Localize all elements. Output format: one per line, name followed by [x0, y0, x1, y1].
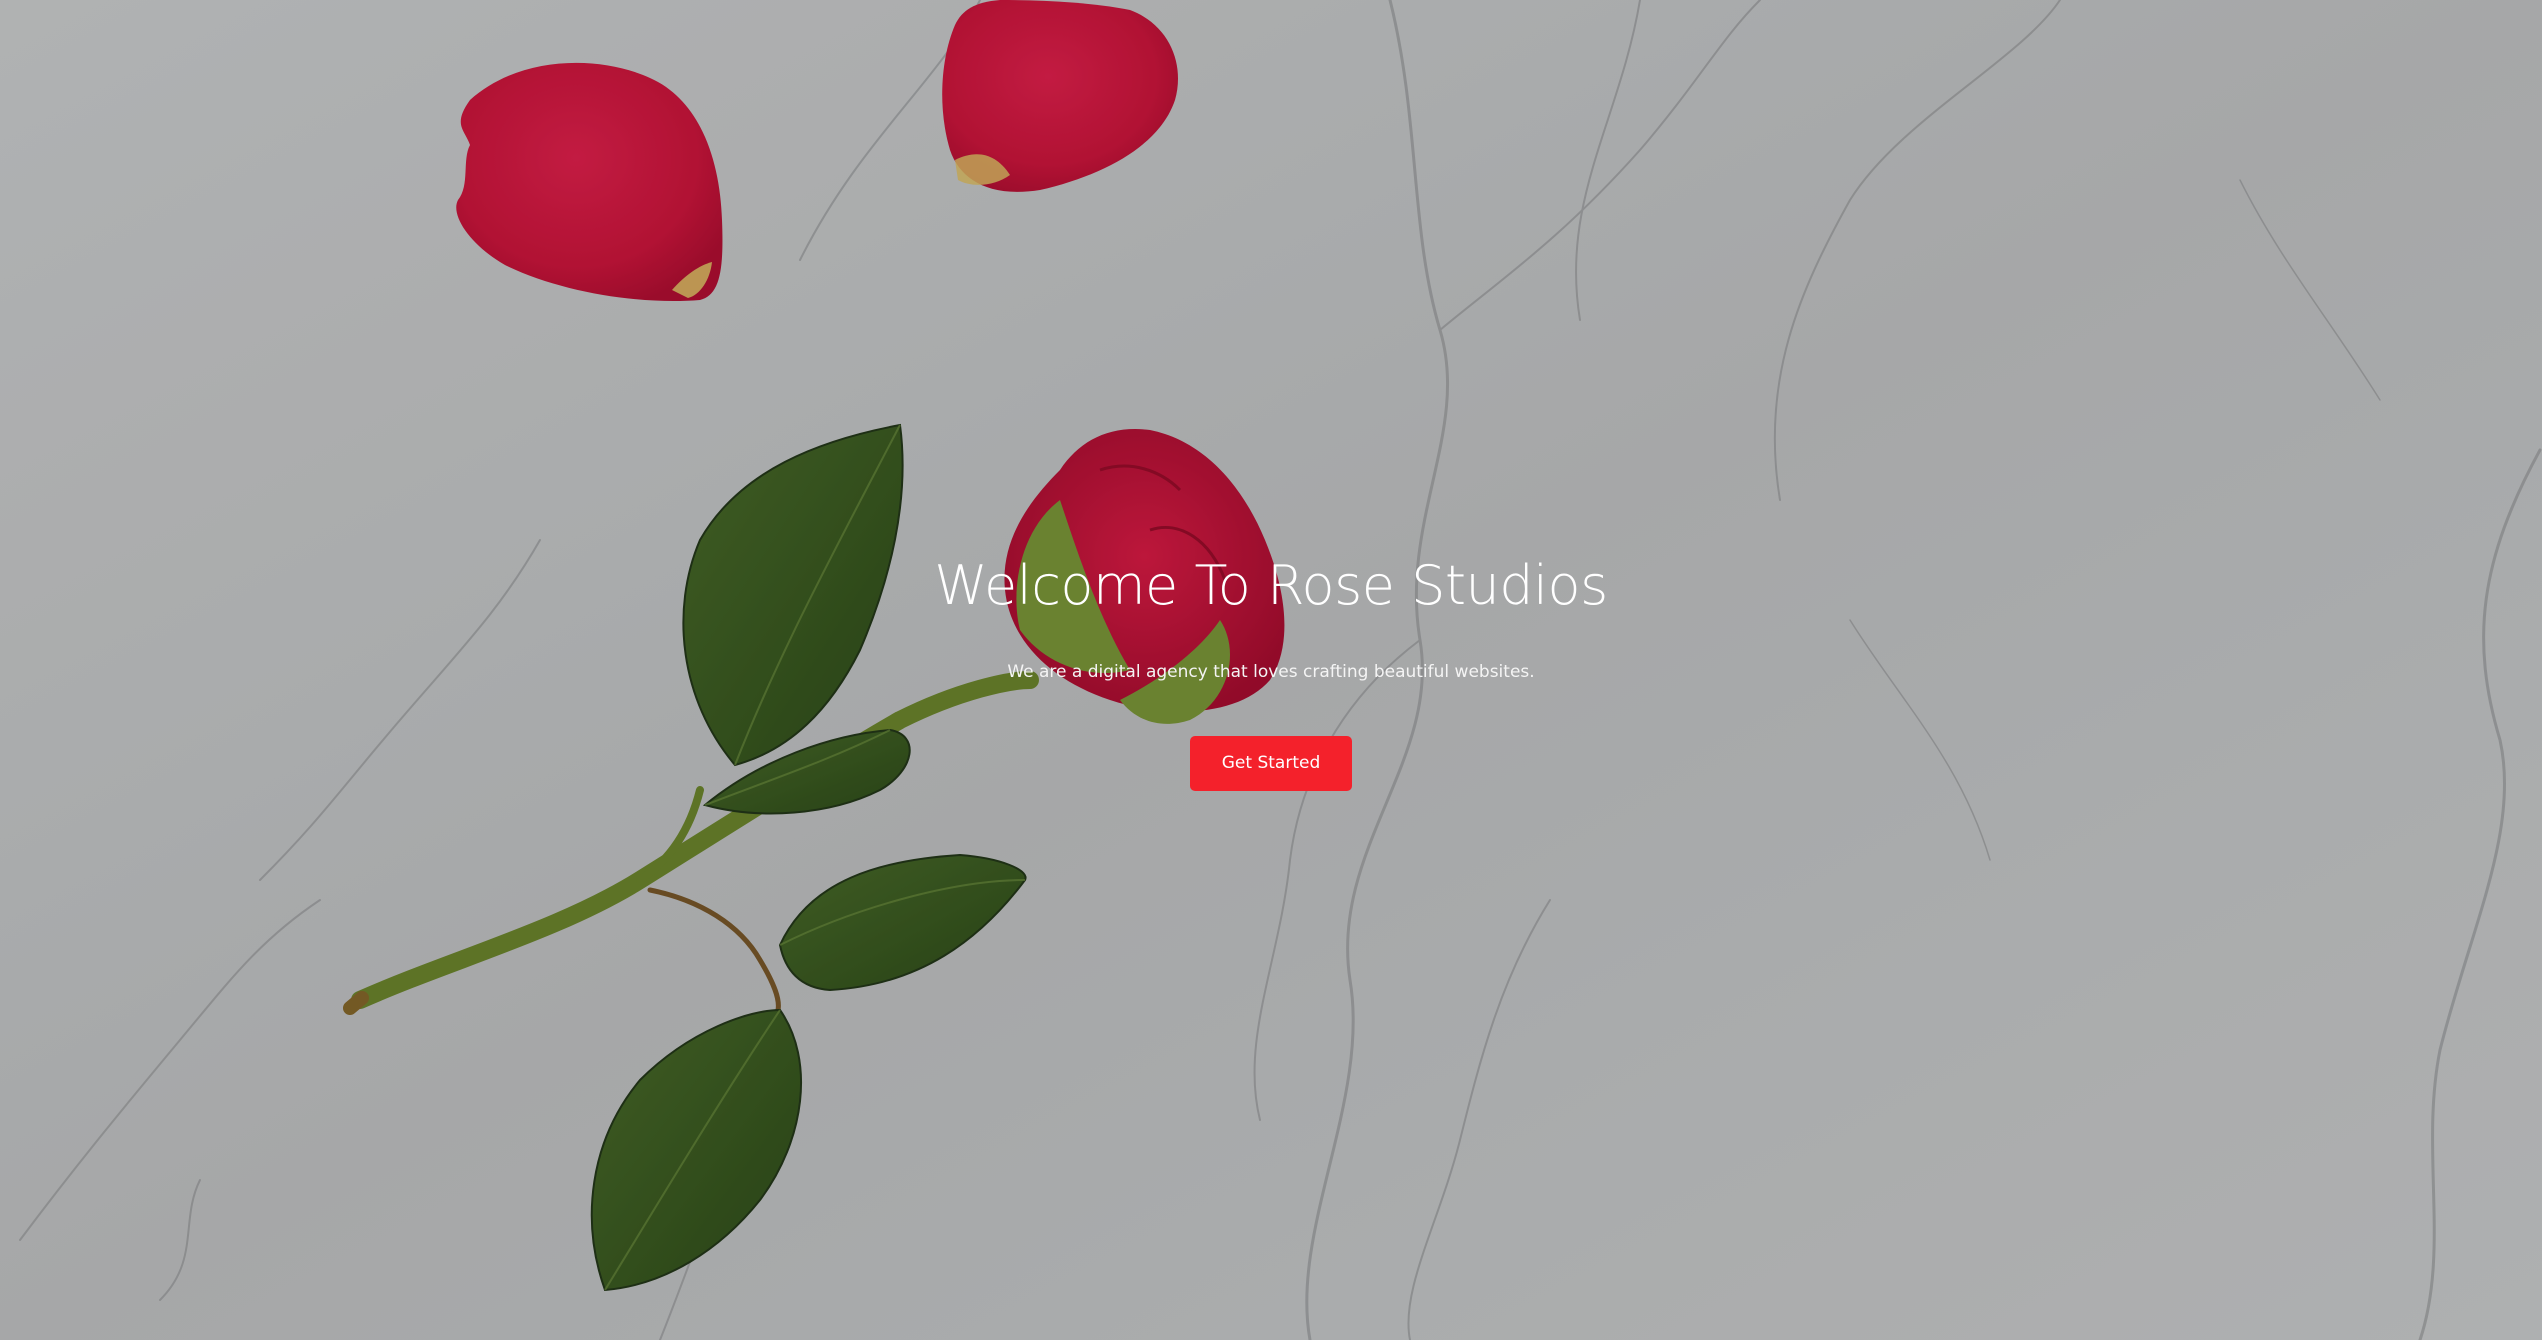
get-started-button[interactable]: Get Started [1190, 736, 1352, 791]
hero-content: Welcome To Rose Studios We are a digital… [0, 548, 2542, 791]
hero-title: Welcome To Rose Studios [934, 554, 1608, 617]
hero-section: Welcome To Rose Studios We are a digital… [0, 0, 2542, 1340]
hero-subtitle: We are a digital agency that loves craft… [1007, 662, 1535, 682]
